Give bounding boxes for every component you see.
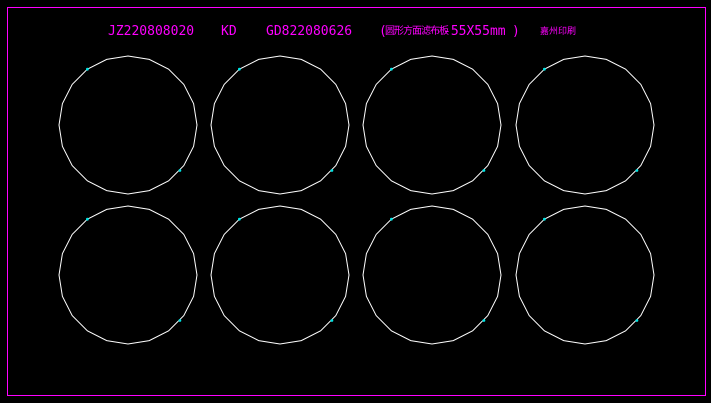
circle-marker-2-2 [330, 169, 334, 172]
circle-marker-4-2 [635, 169, 639, 172]
circle-marker-5-1 [86, 217, 89, 221]
circle-outline-5 [58, 205, 198, 345]
circle-marker-4-1 [543, 67, 546, 71]
circle-outline-8 [515, 205, 655, 345]
circle-outline-2 [210, 55, 350, 195]
circle-marker-7-2 [482, 319, 486, 322]
circle-marker-6-2 [330, 319, 334, 322]
circle-marker-5-2 [178, 319, 182, 322]
circle-marker-3-1 [390, 67, 393, 71]
circle-outline-4 [515, 55, 655, 195]
circle-marker-3-2 [482, 169, 486, 172]
circle-outline-7 [362, 205, 502, 345]
circle-layout-area [58, 55, 655, 345]
circle-marker-2-1 [238, 67, 241, 71]
circle-marker-8-1 [543, 217, 546, 221]
circle-marker-7-1 [390, 217, 393, 221]
circle-outline-1 [58, 55, 198, 195]
circle-marker-1-2 [178, 169, 182, 172]
circle-marker-1-1 [86, 67, 89, 71]
circle-marker-6-1 [238, 217, 241, 221]
circle-outline-6 [210, 205, 350, 345]
circle-marker-8-2 [635, 319, 639, 322]
circle-outline-3 [362, 55, 502, 195]
